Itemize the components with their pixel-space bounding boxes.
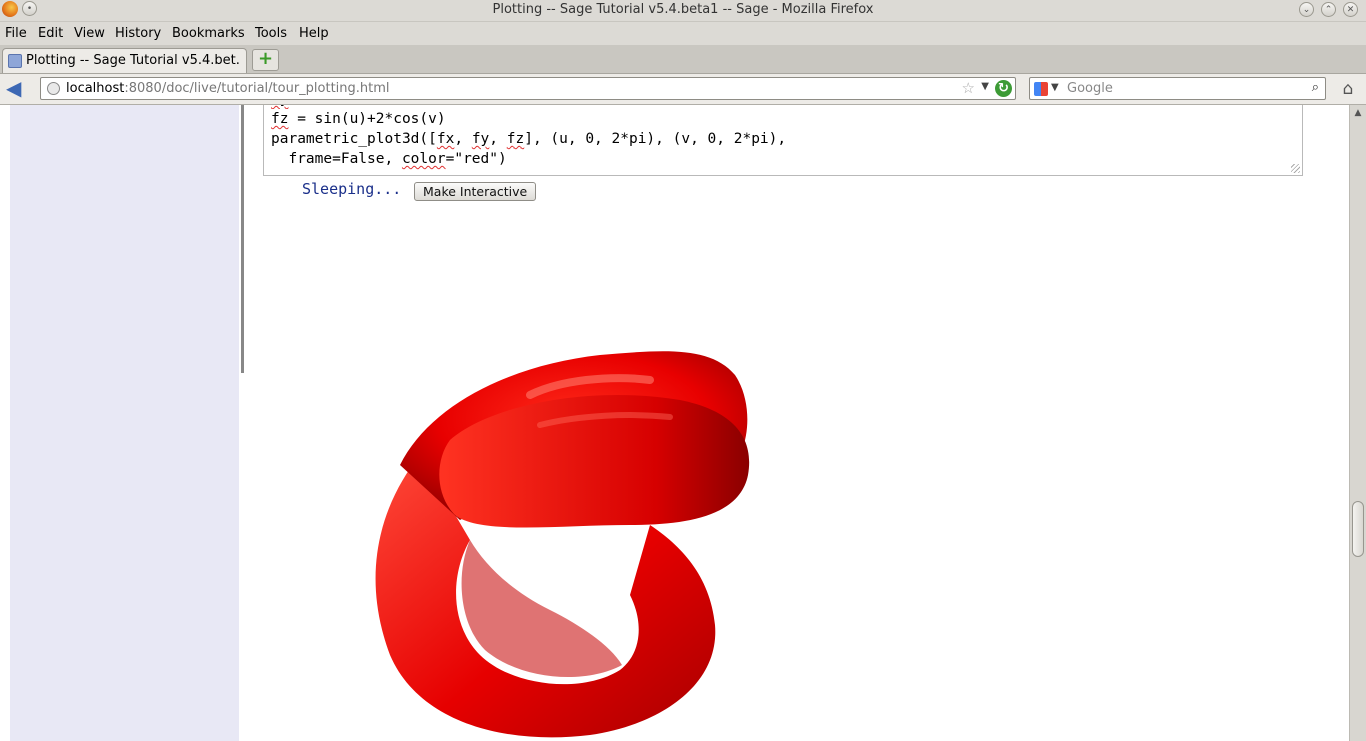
page-scrollbar[interactable]: ▲	[1349, 105, 1366, 741]
url-text[interactable]: localhost:8080/doc/live/tutorial/tour_pl…	[66, 81, 390, 96]
scrollbar-thumb[interactable]	[1352, 501, 1364, 557]
scroll-up-icon[interactable]: ▲	[1352, 107, 1364, 119]
engine-dropdown-icon[interactable]: ▼	[1051, 82, 1059, 93]
tab-plotting[interactable]: Plotting -- Sage Tutorial v5.4.bet...	[2, 48, 247, 73]
sidebar	[10, 105, 239, 741]
code-line-plot: parametric_plot3d([fx, fy, fz], (u, 0, 2…	[271, 131, 787, 147]
url-bar[interactable]: localhost:8080/doc/live/tutorial/tour_pl…	[40, 77, 1016, 100]
resize-grip-icon[interactable]	[1291, 164, 1300, 173]
menu-bookmarks[interactable]: Bookmarks	[172, 26, 245, 41]
page-content: fy = sin(u)*cos(v)+cos(u)fz = sin(u)+2*c…	[0, 105, 1349, 741]
menu-history[interactable]: History	[115, 26, 161, 41]
sage-favicon-icon	[8, 54, 22, 68]
cell-status: Sleeping...	[302, 180, 402, 198]
minimize-icon[interactable]: ⌄	[1299, 2, 1314, 17]
search-bar[interactable]: ▼ Google ⌕	[1029, 77, 1326, 100]
sidebar-scrollbar[interactable]	[241, 105, 244, 373]
make-interactive-button[interactable]: Make Interactive	[414, 182, 537, 201]
code-cell-input[interactable]: fy = sin(u)*cos(v)+cos(u)fz = sin(u)+2*c…	[263, 105, 1303, 176]
tube-inner-shadow	[461, 540, 622, 677]
home-icon[interactable]: ⌂	[1338, 79, 1358, 99]
code-line-fz: fz = sin(u)+2*cos(v)	[271, 111, 446, 127]
reload-icon[interactable]: ↻	[995, 80, 1012, 97]
navigation-bar: ◀ localhost:8080/doc/live/tutorial/tour_…	[0, 74, 1366, 105]
search-placeholder: Google	[1067, 81, 1113, 96]
parametric-plot-3d-image[interactable]	[360, 325, 770, 741]
google-engine-icon[interactable]	[1034, 82, 1048, 96]
window-titlebar: • Plotting -- Sage Tutorial v5.4.beta1 -…	[0, 0, 1366, 22]
tab-label: Plotting -- Sage Tutorial v5.4.bet...	[26, 53, 241, 68]
menu-tools[interactable]: Tools	[255, 26, 287, 41]
left-gutter	[0, 105, 10, 741]
menu-help[interactable]: Help	[299, 26, 329, 41]
maximize-icon[interactable]: ⌃	[1321, 2, 1336, 17]
menu-bar: File Edit View History Bookmarks Tools H…	[0, 22, 1366, 45]
new-tab-button[interactable]: +	[252, 49, 279, 71]
menu-file[interactable]: File	[5, 26, 27, 41]
back-arrow-icon[interactable]: ◀	[6, 78, 30, 99]
code-line-options: frame=False, color="red")	[271, 151, 507, 167]
menu-edit[interactable]: Edit	[38, 26, 63, 41]
site-identity-icon[interactable]	[47, 82, 60, 95]
bookmark-star-icon[interactable]: ☆	[962, 79, 975, 97]
tab-bar: Plotting -- Sage Tutorial v5.4.bet... +	[0, 45, 1366, 74]
history-dropdown-icon[interactable]: ▼	[981, 81, 989, 92]
menu-view[interactable]: View	[74, 26, 105, 41]
binoculars-icon[interactable]: ⌕	[1312, 80, 1319, 95]
close-icon[interactable]: ✕	[1343, 2, 1358, 17]
window-title: Plotting -- Sage Tutorial v5.4.beta1 -- …	[492, 2, 874, 17]
